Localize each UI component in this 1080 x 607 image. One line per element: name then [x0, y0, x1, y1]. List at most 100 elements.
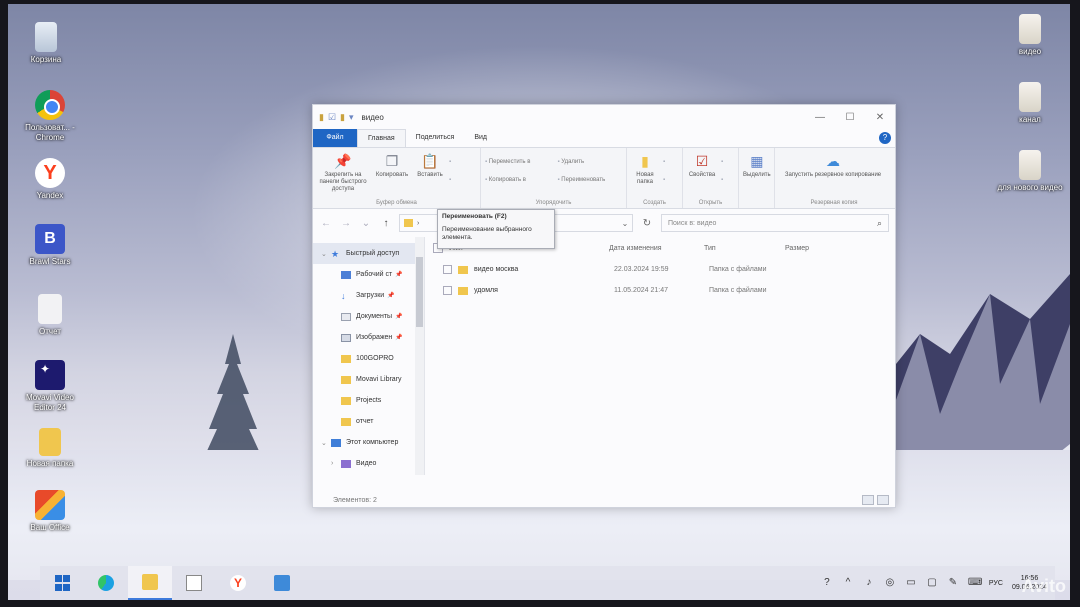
column-type[interactable]: Тип	[704, 245, 785, 252]
minimize-button[interactable]: —	[805, 112, 835, 123]
edit-icon[interactable]	[721, 176, 723, 184]
table-row[interactable]: видео москва 22.03.2024 19:59 Папка с файл…	[425, 259, 895, 280]
refresh-icon[interactable]: ↻	[639, 218, 655, 229]
item-count: Элементов: 2	[333, 496, 377, 504]
title-bar[interactable]: ▮ ☑ ▮ ▾ видео — ☐ ✕	[313, 105, 895, 129]
nav-this-pc[interactable]: ⌄ Этот компьютер	[313, 432, 424, 453]
close-button[interactable]: ✕	[865, 112, 895, 123]
desktop-icon-video-file[interactable]: видео	[996, 14, 1064, 57]
desktop-icon-yandex[interactable]: Y Yandex	[16, 158, 84, 201]
desktop-icon-document[interactable]: Отчет	[16, 294, 84, 337]
file-type: Папка с файлами	[709, 287, 767, 294]
taskbar-explorer[interactable]	[128, 566, 172, 600]
nav-quick-access[interactable]: ⌄ ★ Быстрый доступ	[313, 243, 424, 264]
new-folder-quick-icon[interactable]: ▮	[340, 112, 345, 123]
keyboard-icon[interactable]: ⌨	[968, 577, 982, 589]
network-icon[interactable]: ◎	[884, 577, 896, 589]
cloud-upload-icon: ☁	[826, 152, 840, 169]
nav-item[interactable]: Movavi Library	[313, 369, 424, 390]
delete-button[interactable]: Удалить	[557, 158, 622, 166]
file-explorer-window[interactable]: ▮ ☑ ▮ ▾ видео — ☐ ✕ Файл Главная Поделит…	[312, 104, 896, 508]
table-row[interactable]: удомля 11.05.2024 21:47 Папка с файлами	[425, 280, 895, 301]
chevron-down-icon[interactable]: ⌄	[321, 250, 331, 258]
desktop-icon-office[interactable]: Ваш Office	[16, 490, 84, 533]
folder-icon: ▮	[319, 111, 324, 122]
desktop-icon-movavi[interactable]: Movavi Video Editor 24	[16, 360, 84, 413]
taskbar-mail[interactable]	[260, 566, 304, 600]
rename-button[interactable]: Переименовать	[557, 176, 622, 184]
recent-dropdown-icon[interactable]: ⌄	[359, 218, 373, 229]
search-input[interactable]: Поиск в: видео ⌕	[661, 214, 889, 232]
open-icon[interactable]	[721, 158, 723, 166]
battery-icon[interactable]: ▭	[905, 577, 917, 589]
select-button[interactable]: ▦ Выделить	[743, 152, 771, 208]
taskbar-yandex[interactable]: Y	[216, 566, 260, 600]
tab-home[interactable]: Главная	[357, 129, 406, 147]
tab-share[interactable]: Поделиться	[406, 129, 465, 147]
nav-video[interactable]: › Видео	[313, 453, 424, 474]
new-item-icon[interactable]	[663, 158, 665, 166]
quick-access-dropdown-icon[interactable]: ▾	[349, 112, 354, 123]
nav-item[interactable]: Рабочий ст 📌	[313, 264, 424, 285]
row-checkbox[interactable]	[443, 286, 452, 295]
file-name[interactable]: видео москва	[474, 266, 614, 273]
nav-item[interactable]: ↓ Загрузки 📌	[313, 285, 424, 306]
scrollbar-thumb[interactable]	[416, 257, 423, 327]
ribbon-group-clipboard: 📌 Закрепить на панели быстрого доступа ❐…	[313, 148, 481, 208]
file-date: 22.03.2024 19:59	[614, 266, 669, 273]
taskbar-store[interactable]	[172, 566, 216, 600]
nav-item-label: Изображен	[356, 334, 393, 341]
nav-item[interactable]: Документы 📌	[313, 306, 424, 327]
copy-to-button[interactable]: Копировать в	[485, 176, 553, 184]
up-arrow-icon[interactable]: ↑	[379, 218, 393, 229]
desktop-icon-new-folder[interactable]: Новая папка	[16, 428, 84, 469]
desktop-icon-new-video-file[interactable]: для нового видео	[996, 150, 1064, 193]
file-icon	[1019, 82, 1041, 112]
nav-item[interactable]: 100GOPRO	[313, 348, 424, 369]
language-indicator[interactable]: РУС	[989, 580, 1003, 587]
display-icon[interactable]: ▢	[926, 577, 938, 589]
tab-view[interactable]: Вид	[464, 129, 497, 147]
chevron-right-icon[interactable]: ›	[331, 460, 341, 467]
chevron-up-icon[interactable]: ^	[842, 577, 854, 589]
column-date[interactable]: Дата изменения	[609, 245, 704, 252]
nav-item-label: 100GOPRO	[356, 355, 394, 362]
speaker-icon[interactable]: ♪	[863, 577, 875, 589]
desktop-icon-chrome[interactable]: Пользоват... - Chrome	[16, 90, 84, 143]
office-icon	[35, 490, 65, 520]
chevron-down-icon[interactable]: ⌄	[618, 219, 632, 228]
help-icon[interactable]: ?	[879, 132, 891, 144]
pen-icon[interactable]: ✎	[947, 577, 959, 589]
desktop-icon-label: Новая папка	[26, 459, 74, 468]
copy-path-icon[interactable]	[449, 176, 451, 184]
tab-file[interactable]: Файл	[313, 129, 357, 147]
back-arrow-icon[interactable]: ←	[319, 218, 333, 229]
large-icons-view-icon[interactable]	[877, 495, 889, 505]
taskbar-edge[interactable]	[84, 566, 128, 600]
system-tray: ? ^ ♪ ◎ ▭ ▢ ✎ ⌨ РУС 16:56 09.06.2024	[821, 574, 1055, 592]
desktop-icon-channel-file[interactable]: канал	[996, 82, 1064, 125]
forward-arrow-icon[interactable]: →	[339, 218, 353, 229]
chevron-down-icon[interactable]: ⌄	[321, 439, 331, 447]
details-view-icon[interactable]	[862, 495, 874, 505]
nav-scrollbar[interactable]	[415, 237, 424, 475]
properties-quick-icon[interactable]: ☑	[328, 112, 336, 123]
start-button[interactable]	[40, 566, 84, 600]
nav-item[interactable]: отчет	[313, 411, 424, 432]
easy-access-icon[interactable]	[663, 176, 665, 184]
ribbon-group-backup: ☁ Запустить резервное копирование Резерв…	[775, 148, 893, 208]
cut-icon[interactable]	[449, 158, 451, 166]
nav-item[interactable]: Projects	[313, 390, 424, 411]
folder-icon	[458, 265, 468, 274]
desktop-icon-brawl-stars[interactable]: B Brawl Stars	[16, 224, 84, 267]
move-to-button[interactable]: Переместить в	[485, 158, 553, 166]
recycle-bin-icon	[35, 22, 57, 52]
maximize-button[interactable]: ☐	[835, 112, 865, 123]
nav-item[interactable]: Изображен 📌	[313, 327, 424, 348]
desktop-icon-recycle-bin[interactable]: Корзина	[12, 22, 80, 65]
file-name[interactable]: удомля	[474, 287, 614, 294]
row-checkbox[interactable]	[443, 265, 452, 274]
help-circle-icon[interactable]: ?	[821, 577, 833, 589]
column-size[interactable]: Размер	[785, 245, 809, 252]
folder-icon	[39, 428, 61, 456]
